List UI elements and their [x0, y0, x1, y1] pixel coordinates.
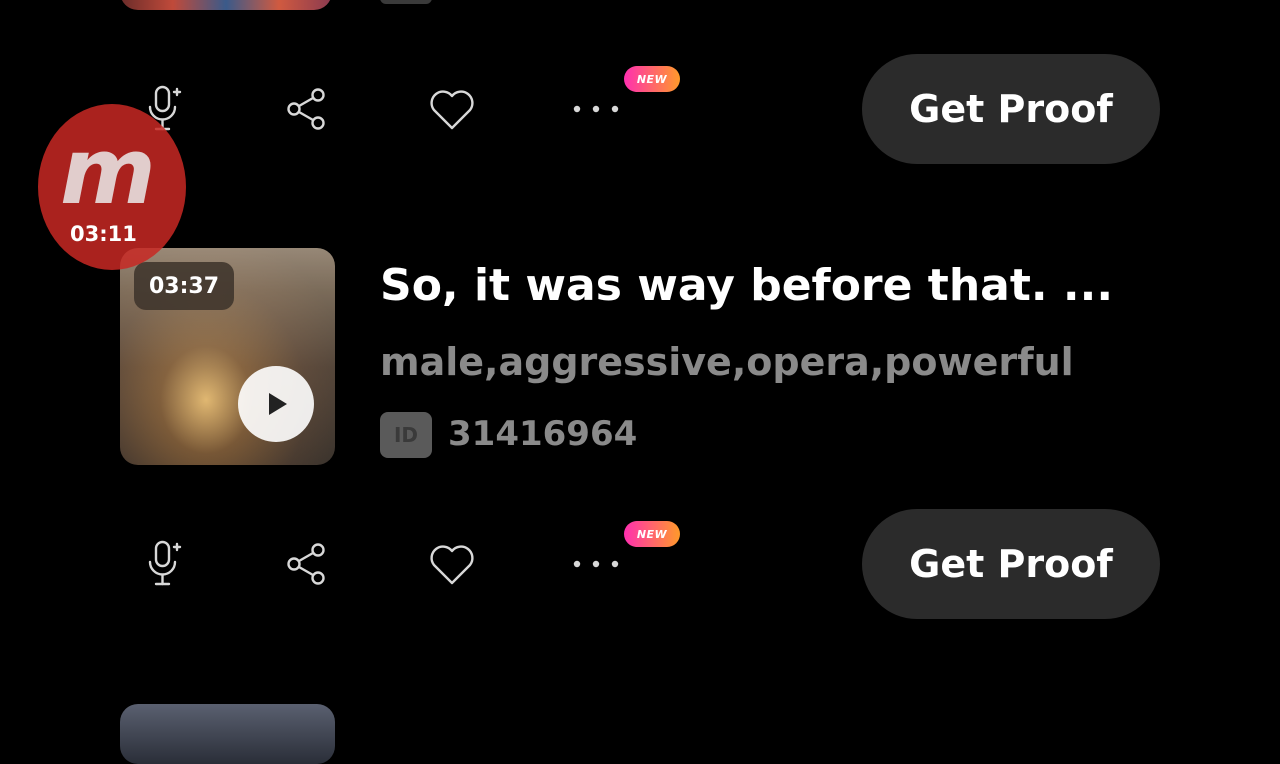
track-tags: male,aggressive,opera,powerful [380, 340, 1074, 384]
id-badge: ID [380, 412, 432, 458]
action-row-current: NEW Get Proof [0, 509, 1280, 619]
share-icon[interactable] [279, 536, 335, 592]
get-proof-button[interactable]: Get Proof [862, 509, 1160, 619]
track-thumbnail[interactable]: 03:37 [120, 248, 335, 465]
track-id: 31416964 [448, 414, 638, 454]
action-row-previous: NEW Get Proof [0, 54, 1280, 164]
previous-track-id-badge [380, 0, 432, 4]
previous-track-thumbnail[interactable] [120, 0, 332, 10]
floating-player-time: 03:11 [70, 222, 137, 246]
microphone-plus-icon[interactable] [136, 536, 192, 592]
more-dots-icon[interactable] [568, 81, 624, 137]
duration-badge: 03:37 [134, 262, 234, 310]
play-button[interactable] [238, 366, 314, 442]
floating-player-bubble[interactable]: m 03:11 [38, 104, 186, 270]
new-badge: NEW [624, 521, 680, 547]
floating-player-logo: m [60, 118, 156, 225]
more-dots-icon[interactable] [568, 536, 624, 592]
heart-icon[interactable] [424, 536, 480, 592]
get-proof-button[interactable]: Get Proof [862, 54, 1160, 164]
share-icon[interactable] [279, 81, 335, 137]
heart-icon[interactable] [424, 81, 480, 137]
next-track-thumbnail[interactable] [120, 704, 335, 764]
track-card[interactable]: 03:37 So, it was way before that. ... ma… [0, 248, 1280, 468]
new-badge: NEW [624, 66, 680, 92]
play-icon [269, 393, 287, 415]
track-title[interactable]: So, it was way before that. ... [380, 260, 1140, 311]
